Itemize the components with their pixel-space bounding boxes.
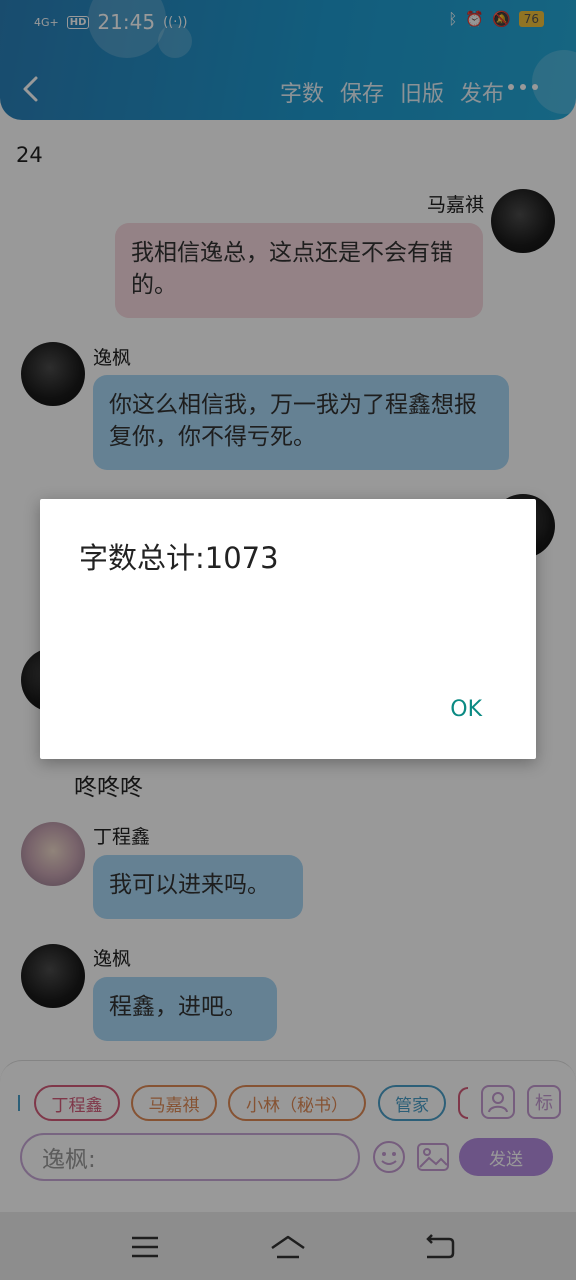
- dialog-message: 字数总计:1073: [79, 541, 279, 575]
- word-count-dialog: 字数总计:1073 OK: [40, 499, 536, 759]
- ok-button[interactable]: OK: [450, 697, 482, 722]
